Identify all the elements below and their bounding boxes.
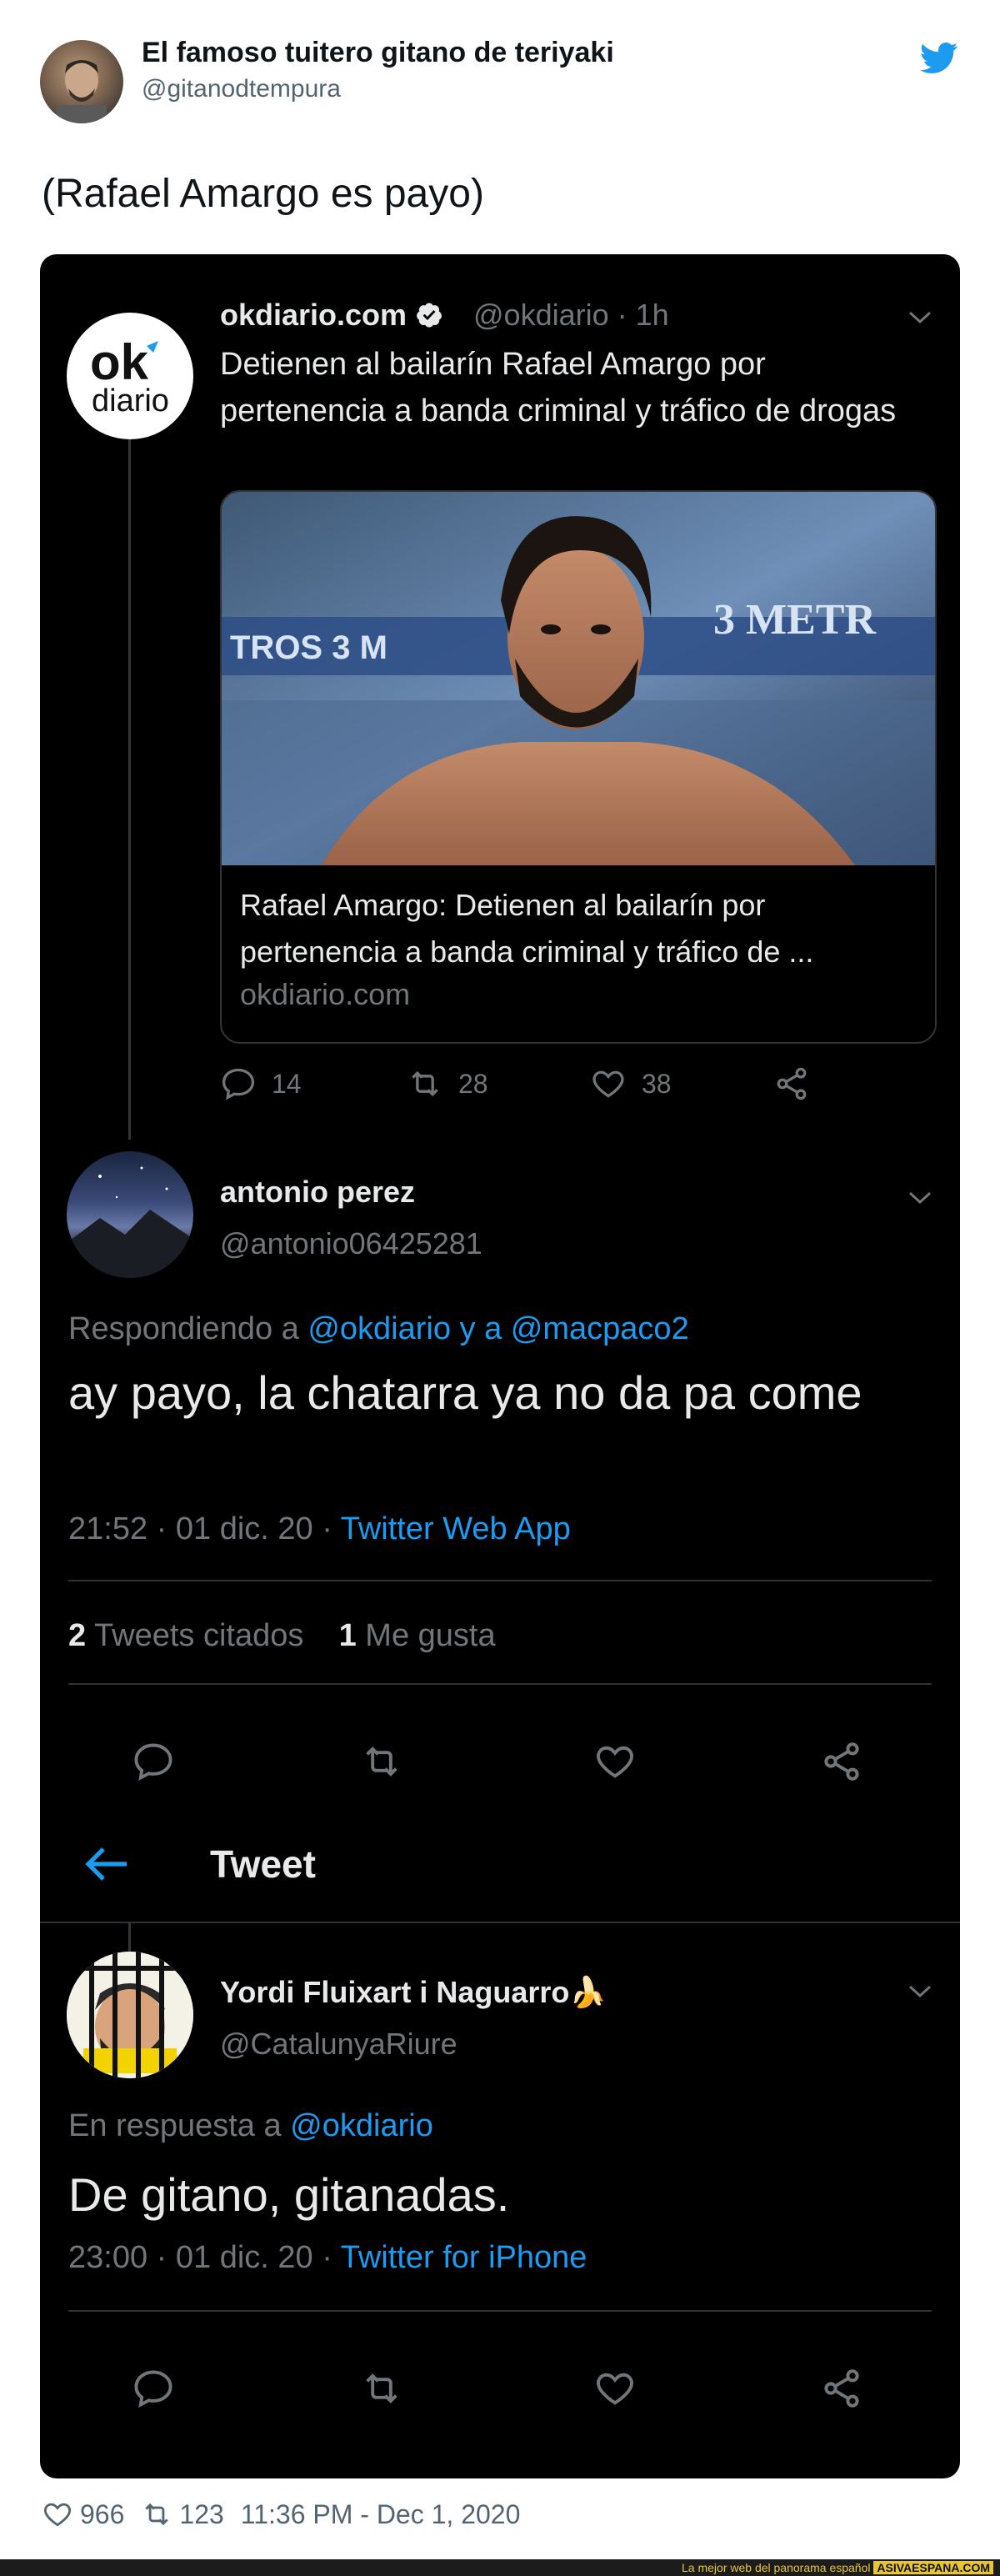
retweet-icon	[412, 1070, 438, 1097]
retweet-count: 28	[458, 1068, 488, 1099]
reply-icon	[134, 2370, 172, 2408]
okdiario-tweet-text: Detienen al bailarín Rafael Amargo por p…	[220, 347, 897, 428]
yordi-handle[interactable]: @CatalunyaRiure	[220, 2027, 458, 2062]
chevron-down-icon[interactable]	[908, 1985, 932, 1998]
retweet-button[interactable]	[360, 1740, 403, 1783]
antonio-timestamp: 21:52 · 01 dic. 20 · Twitter Web App	[68, 1511, 571, 1546]
banner-site[interactable]: ASIVAESPANA.COM	[873, 2561, 993, 2574]
reply-icon	[134, 1743, 172, 1782]
like-icon	[597, 1746, 633, 1778]
antonio-tweet-text: ay payo, la chatarra ya no da pa come	[68, 1366, 862, 1419]
okdiario-avatar[interactable]: ok diario	[67, 313, 193, 439]
retweet-icon	[145, 2503, 169, 2526]
divider	[40, 1922, 960, 1923]
like-icon	[592, 1070, 624, 1098]
divider	[68, 1683, 932, 1685]
retweet-button[interactable]: 28	[407, 1065, 488, 1102]
twitter-bird-icon[interactable]	[919, 42, 958, 75]
in-reply-to: En respuesta a @okdiario	[68, 2108, 433, 2143]
share-icon	[824, 1742, 859, 1781]
share-icon	[824, 2369, 859, 2408]
replying-to-handles[interactable]: @okdiario y a @macpaco2	[308, 1311, 688, 1346]
engagement-stats: 2 Tweets citados 1 Me gusta	[68, 1618, 496, 1654]
thread-line	[128, 439, 131, 1140]
author-name[interactable]: El famoso tuitero gitano de teriyaki	[142, 37, 614, 69]
reply-icon	[222, 1068, 255, 1100]
outer-retweet-button[interactable]: 123	[141, 2498, 224, 2530]
share-button[interactable]	[773, 1065, 810, 1102]
back-button[interactable]	[83, 1843, 133, 1885]
outer-like-button[interactable]: 966	[42, 2498, 124, 2530]
reply-count: 14	[272, 1068, 302, 1099]
embedded-screenshot: ok diario okdiario.com @okdiario · 1h De…	[40, 254, 960, 2478]
okdiario-logo-bottom: diario	[92, 383, 169, 418]
photo-sign-left: TROS 3 M	[230, 629, 388, 666]
site-banner: La mejor web del panorama español ASIVAE…	[0, 2559, 1000, 2576]
yordi-avatar[interactable]	[67, 1952, 193, 2078]
photo-sign-right: 3 METR	[713, 596, 877, 644]
author-handle[interactable]: @gitanodtempura	[142, 75, 341, 103]
yordi-source[interactable]: Twitter for iPhone	[341, 2240, 588, 2275]
reply-button[interactable]: 14	[220, 1065, 302, 1102]
author-avatar[interactable]	[40, 40, 123, 123]
outer-retweet-count: 123	[179, 2498, 224, 2529]
like-button[interactable]	[593, 1740, 637, 1783]
share-icon	[777, 1067, 807, 1100]
like-button[interactable]: 38	[590, 1065, 672, 1102]
thread-line	[128, 1923, 131, 1952]
okdiario-name[interactable]: okdiario.com	[220, 298, 443, 333]
reply-button[interactable]	[132, 1740, 175, 1783]
like-button[interactable]	[593, 2367, 637, 2410]
retweet-icon	[366, 2373, 398, 2403]
outer-timestamp[interactable]: 11:36 PM - Dec 1, 2020	[241, 2499, 521, 2530]
antonio-handle[interactable]: @antonio06425281	[220, 1226, 482, 1261]
in-reply-to-handle[interactable]: @okdiario	[290, 2108, 433, 2143]
article-photo[interactable]: TROS 3 M 3 METR	[222, 492, 935, 867]
share-button[interactable]	[820, 2367, 863, 2410]
replying-to: Respondiendo a @okdiario y a @macpaco2	[68, 1311, 689, 1346]
verified-badge-icon	[417, 303, 442, 328]
link-preview-card[interactable]: TROS 3 M 3 METR Rafael Amargo: Detienen …	[220, 490, 937, 1044]
retweet-icon	[366, 1747, 398, 1777]
banana-emoji: 🍌	[569, 1975, 608, 2009]
outer-like-count: 966	[80, 2498, 125, 2529]
divider	[68, 1580, 932, 1581]
tweet-text: (Rafael Amargo es payo)	[42, 172, 484, 216]
okdiario-handle-time[interactable]: @okdiario · 1h	[473, 298, 669, 333]
link-domain[interactable]: okdiario.com	[240, 977, 410, 1012]
yordi-timestamp: 23:00 · 01 dic. 20 · Twitter for iPhone	[68, 2240, 588, 2275]
quote-tweets-stat[interactable]: 2 Tweets citados	[68, 1618, 303, 1653]
outer-tweet-stats: 966 123 11:36 PM - Dec 1, 2020	[42, 2498, 520, 2530]
like-count: 38	[642, 1068, 672, 1099]
yordi-tweet-text: De gitano, gitanadas.	[68, 2168, 510, 2221]
okdiario-logo-top: ok	[90, 334, 149, 390]
likes-stat[interactable]: 1 Me gusta	[339, 1618, 496, 1653]
retweet-button[interactable]	[360, 2367, 403, 2410]
reply-button[interactable]	[132, 2367, 175, 2410]
chevron-down-icon[interactable]	[908, 1191, 932, 1205]
antonio-avatar[interactable]	[67, 1151, 193, 1278]
header-title: Tweet	[210, 1842, 316, 1886]
antonio-source[interactable]: Twitter Web App	[341, 1511, 571, 1546]
antonio-name[interactable]: antonio perez	[220, 1175, 415, 1210]
chevron-down-icon[interactable]	[908, 311, 932, 324]
like-icon	[597, 2373, 633, 2405]
link-title[interactable]: Rafael Amargo: Detienen al bailarín por …	[240, 882, 920, 975]
like-icon	[43, 2503, 72, 2527]
divider	[68, 2310, 932, 2312]
back-arrow-icon	[85, 1847, 127, 1881]
yordi-name[interactable]: Yordi Fluixart i Naguarro🍌	[220, 1975, 607, 2010]
banner-tagline: La mejor web del panorama español	[682, 2561, 871, 2574]
share-button[interactable]	[820, 1740, 863, 1783]
